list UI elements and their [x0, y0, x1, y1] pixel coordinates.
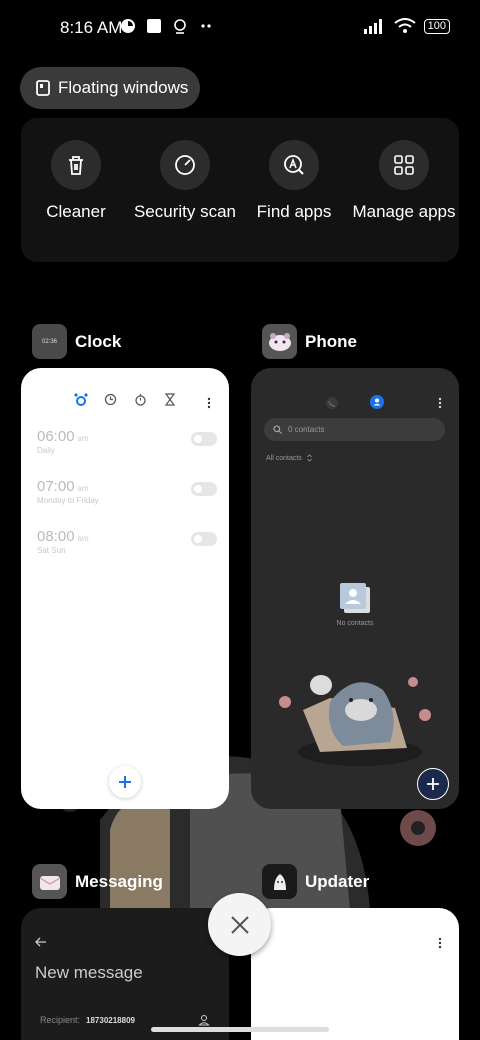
alarm-tab-icon[interactable] [74, 393, 88, 407]
recipient-label: Recipient: [40, 1015, 81, 1025]
timer-tab-icon[interactable] [164, 393, 176, 406]
floating-windows-button[interactable]: Floating windows [20, 67, 200, 109]
recipient-number: 18730218809 [86, 1015, 135, 1025]
contacts-filter[interactable]: All contacts [266, 454, 312, 462]
close-icon [230, 915, 249, 934]
grid-icon [394, 155, 414, 175]
quick-actions-panel: Cleaner Security scan Find apps Manage a… [21, 118, 459, 262]
updater-app-header[interactable]: Updater [262, 864, 369, 899]
cleaner-button[interactable]: Cleaner [21, 140, 131, 222]
updater-app-icon [262, 864, 297, 899]
add-contact-button[interactable] [417, 768, 449, 800]
cleaner-label: Cleaner [46, 202, 106, 221]
alarm-repeat: Sat Sun [37, 546, 66, 555]
alarm-ampm: am [77, 534, 89, 543]
alarm-toggle[interactable] [191, 432, 217, 446]
phone-app-name: Phone [305, 331, 357, 351]
alarm-ampm: am [77, 484, 89, 493]
floating-window-icon [36, 80, 50, 96]
clock-app-header[interactable]: 02:36 Clock [32, 324, 121, 359]
phone-app-icon [262, 324, 297, 359]
phone-app-header[interactable]: Phone [262, 324, 357, 359]
wifi-icon [394, 18, 416, 33]
alarm-toggle[interactable] [191, 532, 217, 546]
updater-app-preview[interactable] [251, 908, 459, 1040]
find-apps-button[interactable]: Find apps [239, 140, 349, 222]
signal-icon [363, 19, 382, 34]
notification-app-icon [121, 19, 135, 33]
contacts-tab-icon[interactable] [370, 395, 384, 409]
scan-icon [175, 155, 195, 175]
sort-icon [307, 454, 312, 462]
clock-app-icon: 02:36 [32, 324, 67, 359]
alarm-item[interactable]: 06:00 am Daily [37, 428, 217, 455]
plus-icon [427, 778, 439, 790]
alarm-repeat: Monday to Friday [37, 496, 99, 505]
alarm-time: 06:00 [37, 428, 75, 445]
updater-app-name: Updater [305, 871, 370, 891]
alarm-item[interactable]: 08:00 am Sat Sun [37, 528, 217, 555]
filter-label: All contacts [266, 454, 302, 462]
alarm-item[interactable]: 07:00 am Monday to Friday [37, 478, 217, 505]
security-scan-label: Security scan [133, 202, 237, 221]
notification-square-icon [147, 19, 161, 33]
new-message-title: New message [35, 963, 143, 982]
add-alarm-button[interactable] [109, 766, 141, 798]
alarm-repeat: Daily [37, 446, 55, 455]
trash-icon [69, 156, 83, 175]
status-time: 8:16 AM [60, 18, 123, 37]
close-all-button[interactable] [208, 893, 271, 956]
battery-indicator: 100 [423, 18, 450, 34]
phone-app-preview[interactable]: 0 contacts All contacts No contacts [251, 368, 459, 809]
more-options-icon[interactable] [438, 937, 442, 949]
security-scan-button[interactable]: Security scan [130, 140, 240, 222]
messaging-app-icon [32, 864, 67, 899]
find-apps-label: Find apps [256, 202, 332, 221]
messaging-app-preview[interactable]: New message Recipient: 18730218809 [21, 908, 229, 1040]
contacts-search-bar[interactable]: 0 contacts [264, 418, 445, 441]
status-bar: 8:16 AM 100 [0, 0, 480, 56]
search-icon [273, 425, 282, 434]
more-options-icon[interactable] [207, 397, 211, 409]
mascot-illustration [279, 675, 431, 766]
clock-app-name: Clock [75, 331, 122, 351]
alarm-ampm: am [77, 434, 89, 443]
contact-picker-icon[interactable] [198, 1014, 210, 1026]
recipient-row[interactable]: Recipient: 18730218809 [40, 1014, 210, 1026]
world-clock-tab-icon[interactable] [104, 393, 117, 406]
back-arrow-icon[interactable] [35, 937, 47, 947]
contacts-empty-icon [340, 583, 370, 613]
alarm-time: 07:00 [37, 478, 75, 495]
messaging-app-name: Messaging [75, 871, 163, 891]
plus-icon [119, 776, 131, 788]
search-placeholder: 0 contacts [288, 425, 325, 434]
alarm-time: 08:00 [37, 528, 75, 545]
manage-apps-button[interactable]: Manage apps [349, 140, 459, 222]
stopwatch-tab-icon[interactable] [134, 393, 147, 406]
location-icon [174, 19, 186, 34]
messaging-app-header[interactable]: Messaging [32, 864, 163, 899]
more-notifications-icon [201, 24, 211, 28]
empty-state-text: No contacts [336, 620, 374, 627]
home-indicator[interactable] [151, 1027, 329, 1032]
manage-apps-label: Manage apps [352, 202, 456, 221]
floating-windows-label: Floating windows [58, 78, 189, 97]
call-log-tab-icon[interactable] [325, 396, 339, 410]
more-options-icon[interactable] [438, 397, 442, 409]
find-apps-icon [284, 155, 304, 175]
clock-app-preview[interactable]: 06:00 am Daily 07:00 am Monday to Friday 0… [21, 368, 229, 809]
alarm-toggle[interactable] [191, 482, 217, 496]
